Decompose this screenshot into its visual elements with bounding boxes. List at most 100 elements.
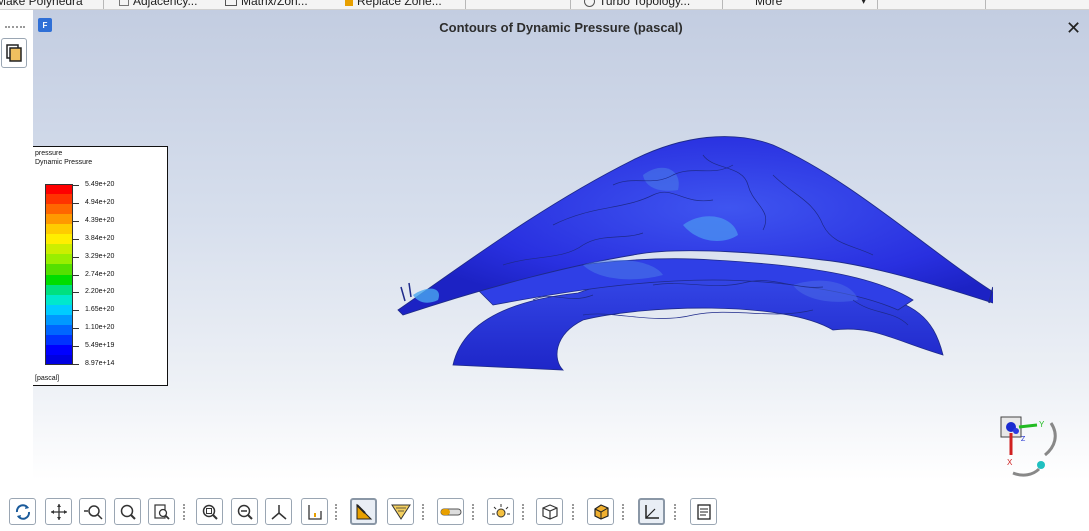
zoom-fit-button[interactable] (196, 498, 223, 525)
zoom-icon (120, 504, 136, 520)
colormap-tick-label: 1.65e+20 (85, 306, 115, 314)
colormap-swatch (45, 324, 73, 336)
colormap-tick-label: 3.84e+20 (85, 234, 115, 242)
triad-y-axis (1018, 423, 1038, 429)
zoom-out-button[interactable] (231, 498, 258, 525)
zoom-in-out-button[interactable] (79, 498, 106, 525)
ribbon-separator (570, 0, 571, 9)
turbo-topology-label: Turbo Topology... (599, 0, 691, 8)
ribbon-separator (465, 0, 466, 9)
axes-toggle-button[interactable] (638, 498, 665, 525)
colormap-tick (73, 202, 79, 204)
cube-view-button[interactable] (536, 498, 563, 525)
graphics-toolbar (0, 480, 1089, 531)
colormap-tick-label: 8.97e+14 (85, 360, 115, 367)
pan-button[interactable] (45, 498, 72, 525)
matrix-button[interactable]: Matrix/Zon... (225, 0, 308, 8)
notes-icon (696, 503, 711, 520)
orientation-triad[interactable]: Y X Z (993, 405, 1073, 480)
triad-y-label: Y (1039, 420, 1045, 429)
colormap-tick (73, 238, 79, 240)
turbo-topology-icon (584, 0, 595, 7)
colormap-tick (73, 328, 79, 330)
turbo-topology-button[interactable]: Turbo Topology... (584, 0, 690, 8)
more-dropdown[interactable]: More ▾ (755, 0, 866, 8)
probe-button[interactable] (350, 498, 377, 525)
colormap-tick-label: 5.49e+19 (85, 342, 115, 350)
toolbar-separator (622, 504, 628, 520)
make-polyhedra-button[interactable]: Make Polyhedra (0, 0, 83, 8)
colormap-tick (73, 256, 79, 258)
colormap-swatch (45, 214, 73, 225)
colormap-swatch (45, 344, 73, 356)
close-icon[interactable]: ✕ (1066, 19, 1081, 37)
adjacency-button[interactable]: Adjacency... (119, 0, 197, 8)
colormap-swatch (45, 194, 73, 205)
colormap-swatch (45, 244, 73, 255)
colormap-swatch (45, 204, 73, 215)
lighting-icon (491, 503, 510, 517)
colormap-swatch (45, 334, 73, 346)
axes-toggle-icon (644, 504, 659, 519)
colormap-tick (73, 292, 79, 294)
axis-view-icon (271, 504, 286, 520)
make-polyhedra-label: Make Polyhedra (0, 0, 83, 8)
matrix-icon (225, 0, 237, 6)
colormap-tick (73, 310, 79, 312)
colormap-tick-label: 3.29e+20 (85, 252, 115, 260)
zoom-out-icon (237, 504, 253, 520)
matrix-label: Matrix/Zon... (241, 0, 308, 8)
zoom-fit-icon (202, 504, 218, 520)
pan-icon (50, 503, 67, 520)
chevron-down-icon: ▾ (861, 0, 866, 6)
notes-button[interactable] (690, 498, 717, 525)
colormap-swatch (45, 294, 73, 306)
colormap-legend[interactable]: pressure Dynamic Pressure 5.49e+20 4.94e+… (33, 146, 168, 386)
contour-model[interactable] (353, 115, 993, 385)
window-layout-button[interactable] (1, 38, 27, 68)
lighting-button[interactable] (487, 498, 514, 525)
colormap-tick-label: 4.39e+20 (85, 216, 115, 224)
filter-icon (390, 504, 411, 520)
cube-view-icon (541, 503, 558, 520)
left-toolstrip (0, 10, 33, 531)
zoom-button[interactable] (114, 498, 141, 525)
plot-title: Contours of Dynamic Pressure (pascal) (439, 20, 683, 35)
inlet-stub (400, 282, 412, 302)
colormap-tick-label: 4.94e+20 (85, 198, 115, 206)
ribbon-separator (103, 0, 104, 9)
toolstrip-grip[interactable] (5, 26, 25, 29)
toolbar-separator (572, 504, 578, 520)
colormap-tick (73, 274, 79, 276)
colormap-swatch (45, 254, 73, 265)
colormap-swatch (45, 314, 73, 326)
adjacency-icon (119, 0, 129, 6)
triad-z-label: Z (1021, 436, 1026, 443)
colormap-tick (73, 185, 79, 186)
filter-button[interactable] (387, 498, 414, 525)
window-layout-icon (6, 44, 22, 62)
toolbar-separator (183, 504, 189, 520)
colormap-tick-label: 2.74e+20 (85, 270, 115, 278)
box-select-button[interactable] (587, 498, 614, 525)
rotate-button[interactable] (9, 498, 36, 525)
replace-zone-button[interactable]: Replace Zone... (345, 0, 442, 8)
ribbon-separator (722, 0, 723, 9)
colormap-swatch (45, 284, 73, 295)
colormap-swatch (45, 264, 73, 275)
probe-icon (355, 503, 372, 519)
adjacency-label: Adjacency... (133, 0, 198, 8)
reset-view-icon (307, 504, 322, 520)
graphics-viewport[interactable]: F Contours of Dynamic Pressure (pascal) … (33, 10, 1089, 480)
transparency-button[interactable] (437, 498, 464, 525)
zoom-in-out-icon (83, 504, 103, 520)
colormap-tick (73, 364, 79, 365)
ribbon-bar: Make Polyhedra Adjacency... Matrix/Zon..… (0, 0, 1089, 10)
axis-view-button[interactable] (265, 498, 292, 525)
zoom-to-box-icon (153, 503, 170, 520)
replace-zone-label: Replace Zone... (357, 0, 442, 8)
zoom-to-box-button[interactable] (148, 498, 175, 525)
transparency-icon (440, 508, 461, 515)
reset-view-button[interactable] (301, 498, 328, 525)
triad-origin (1013, 428, 1019, 434)
